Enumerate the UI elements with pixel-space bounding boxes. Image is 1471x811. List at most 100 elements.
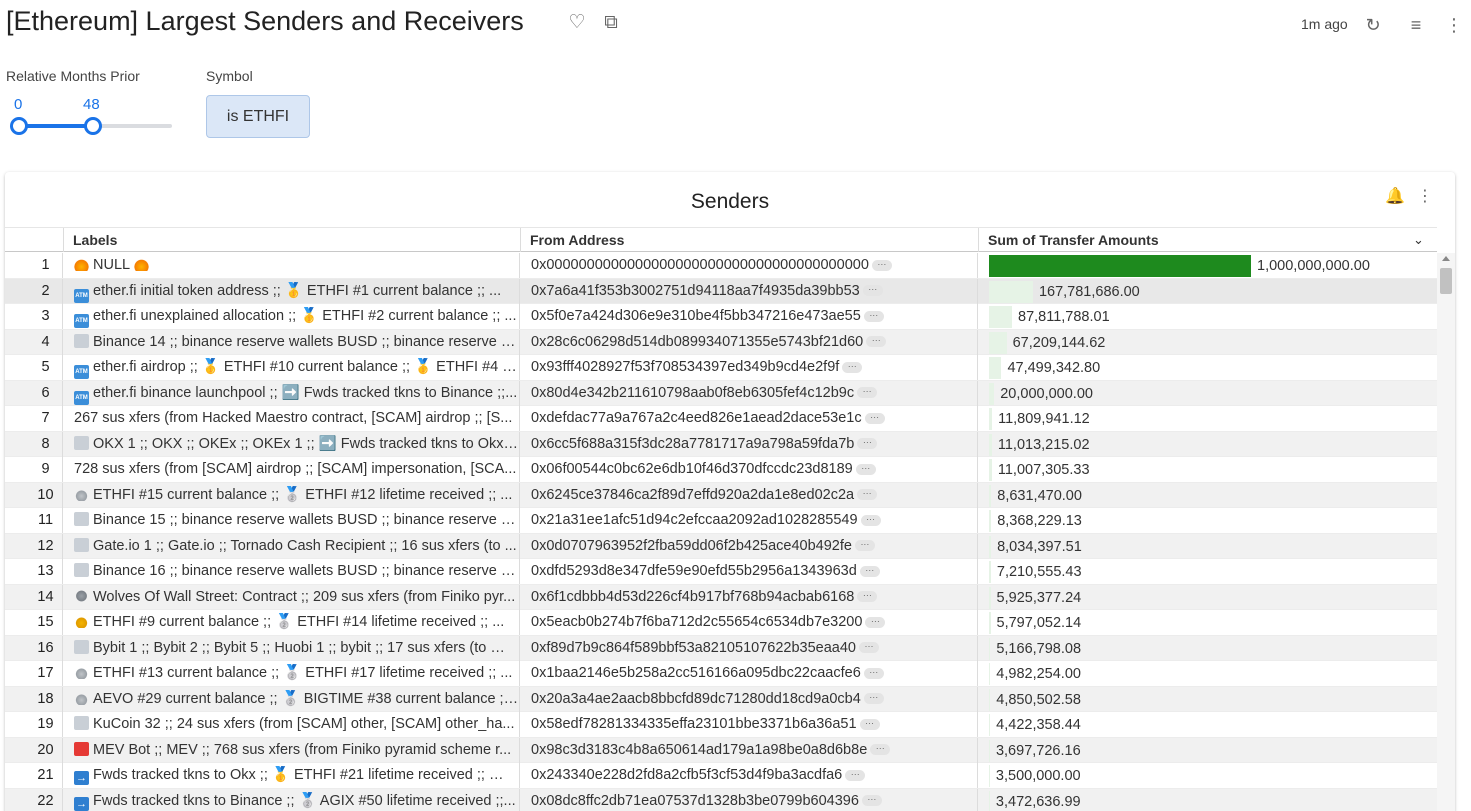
- months-slider-max-handle[interactable]: [84, 117, 102, 135]
- months-slider-min-handle[interactable]: [10, 117, 28, 135]
- from-address-cell[interactable]: 0x6cc5f688a315f3dc28a7781717a9a798a59fda…: [520, 431, 978, 457]
- more-options-icon[interactable]: ···: [859, 718, 880, 730]
- from-address-cell[interactable]: 0x5f0e7a424d306e9e310be4f5bb347216e473ae…: [520, 304, 978, 329]
- from-address-cell[interactable]: 0xdefdac77a9a767a2c4eed826e1aead2dace53e…: [520, 406, 978, 431]
- alert-bell-icon[interactable]: 🔔: [1385, 186, 1405, 208]
- from-address-cell[interactable]: 0x98c3d3183c4b8a650614ad179a1a98be0a8d6b…: [520, 737, 978, 763]
- from-address-column-header[interactable]: From Address: [520, 228, 978, 252]
- add-to-collection-icon[interactable]: ⧉: [600, 12, 622, 34]
- label-cell[interactable]: Wolves Of Wall Street: Contract ;; 209 s…: [63, 584, 520, 610]
- table-row[interactable]: 10 ETHFI #15 current balance ;; 🥈 ETHFI #…: [5, 482, 1437, 508]
- from-address-cell[interactable]: 0xf89d7b9c864f589bbf53a82105107622b35eaa…: [520, 635, 978, 661]
- more-options-icon[interactable]: ···: [863, 667, 884, 679]
- refresh-icon[interactable]: ↻: [1362, 14, 1384, 36]
- label-cell[interactable]: ATM ether.fi binance launchpool ;; ➡️ Fwd…: [63, 380, 520, 406]
- label-cell[interactable]: ATM ether.fi unexplained allocation ;; 🥇 …: [63, 304, 520, 329]
- from-address-cell[interactable]: 0x58edf78281334335effa23101bbe3371b6a36a…: [520, 712, 978, 737]
- more-options-icon[interactable]: ···: [857, 438, 878, 450]
- label-cell[interactable]: → Fwds tracked tkns to Okx ;; 🥇 ETHFI #21…: [63, 763, 520, 788]
- from-address-cell[interactable]: 0x20a3a4ae2aacb8bbcfd89dc71280dd18cd9a0c…: [520, 686, 978, 712]
- label-cell[interactable]: OKX 1 ;; OKX ;; OKEx ;; OKEx 1 ;; ➡️ Fwd…: [63, 431, 520, 457]
- from-address-cell[interactable]: 0x6f1cdbbb4d53d226cf4b917bf768b94acbab61…: [520, 584, 978, 610]
- from-address-cell[interactable]: 0x21a31ee1afc51d94c2efccaa2092ad10282855…: [520, 508, 978, 533]
- more-options-icon[interactable]: ···: [864, 412, 885, 424]
- more-options-icon[interactable]: ···: [855, 463, 876, 475]
- table-row[interactable]: 15 ETHFI #9 current balance ;; 🥈 ETHFI #1…: [5, 610, 1437, 636]
- table-row[interactable]: 12 Gate.io 1 ;; Gate.io ;; Tornado Cash R…: [5, 533, 1437, 559]
- label-cell[interactable]: ETHFI #15 current balance ;; 🥈 ETHFI #12…: [63, 482, 520, 508]
- table-row[interactable]: 5 ATM ether.fi airdrop ;; 🥇 ETHFI #10 curr…: [5, 355, 1437, 381]
- more-options-icon[interactable]: ···: [857, 591, 878, 603]
- more-options-icon[interactable]: ···: [842, 361, 863, 373]
- from-address-cell[interactable]: 0x1baa2146e5b258a2cc516166a095dbc22caacf…: [520, 661, 978, 686]
- table-row[interactable]: 4 Binance 14 ;; binance reserve wallets B…: [5, 329, 1437, 355]
- from-address-cell[interactable]: 0x28c6c06298d514db089934071355e5743bf21d…: [520, 329, 978, 355]
- label-cell[interactable]: AEVO #29 current balance ;; 🥈 BIGTIME #3…: [63, 686, 520, 712]
- label-cell[interactable]: 267 sus xfers (from Hacked Maestro contr…: [63, 406, 520, 431]
- heart-icon[interactable]: ♡: [566, 12, 588, 34]
- label-cell[interactable]: KuCoin 32 ;; 24 sus xfers (from [SCAM] o…: [63, 712, 520, 737]
- label-cell[interactable]: Gate.io 1 ;; Gate.io ;; Tornado Cash Rec…: [63, 533, 520, 559]
- sum-column-header[interactable]: Sum of Transfer Amounts: [978, 228, 1437, 252]
- table-row[interactable]: 16 Bybit 1 ;; Bybit 2 ;; Bybit 5 ;; Huobi…: [5, 635, 1437, 661]
- table-row[interactable]: 1 NULL 0x000000000000000000000000000000000…: [5, 253, 1437, 279]
- more-options-icon[interactable]: ···: [854, 540, 875, 552]
- table-row[interactable]: 9 728 sus xfers (from [SCAM] airdrop ;; […: [5, 457, 1437, 483]
- table-row[interactable]: 17 ETHFI #13 current balance ;; 🥈 ETHFI #…: [5, 661, 1437, 687]
- table-row[interactable]: 3 ATM ether.fi unexplained allocation ;; 🥇…: [5, 304, 1437, 330]
- more-options-icon[interactable]: ···: [845, 769, 866, 781]
- table-row[interactable]: 6 ATM ether.fi binance launchpool ;; ➡️ Fw…: [5, 380, 1437, 406]
- more-options-icon[interactable]: ···: [870, 744, 891, 756]
- labels-column-header[interactable]: Labels: [63, 228, 520, 252]
- label-cell[interactable]: ATM ether.fi initial token address ;; 🥇 E…: [63, 278, 520, 304]
- from-address-cell[interactable]: 0x7a6a41f353b3002751d94118aa7f4935da39bb…: [520, 278, 978, 304]
- table-row[interactable]: 7 267 sus xfers (from Hacked Maestro cont…: [5, 406, 1437, 432]
- table-row[interactable]: 13 Binance 16 ;; binance reserve wallets …: [5, 559, 1437, 585]
- label-cell[interactable]: Binance 14 ;; binance reserve wallets BU…: [63, 329, 520, 355]
- more-options-icon[interactable]: ···: [861, 795, 882, 807]
- scroll-up-icon[interactable]: [1442, 256, 1450, 261]
- more-options-icon[interactable]: ···: [857, 489, 878, 501]
- label-cell[interactable]: NULL: [63, 253, 520, 278]
- filter-icon[interactable]: ≡: [1405, 14, 1427, 36]
- label-cell[interactable]: MEV Bot ;; MEV ;; 768 sus xfers (from Fi…: [63, 737, 520, 763]
- table-row[interactable]: 18 AEVO #29 current balance ;; 🥈 BIGTIME …: [5, 686, 1437, 712]
- from-address-cell[interactable]: 0x08dc8ffc2db71ea07537d1328b3be0799b6043…: [520, 788, 978, 811]
- from-address-cell[interactable]: 0xdfd5293d8e347dfe59e90efd55b2956a134396…: [520, 559, 978, 584]
- vertical-scrollbar[interactable]: [1437, 253, 1455, 811]
- label-cell[interactable]: Binance 16 ;; binance reserve wallets BU…: [63, 559, 520, 584]
- label-cell[interactable]: ATM ether.fi airdrop ;; 🥇 ETHFI #10 curre…: [63, 355, 520, 380]
- more-options-icon[interactable]: ···: [865, 616, 886, 628]
- table-row[interactable]: 19 KuCoin 32 ;; 24 sus xfers (from [SCAM]…: [5, 712, 1437, 738]
- more-options-icon[interactable]: ···: [863, 693, 884, 705]
- more-options-icon[interactable]: ···: [862, 285, 883, 297]
- from-address-cell[interactable]: 0x06f00544c0bc62e6db10f46d370dfccdc23d81…: [520, 457, 978, 482]
- label-cell[interactable]: ETHFI #9 current balance ;; 🥈 ETHFI #14 …: [63, 610, 520, 635]
- table-row[interactable]: 22 → Fwds tracked tkns to Binance ;; 🥈 AGI…: [5, 788, 1437, 811]
- more-vert-icon[interactable]: ⋮: [1443, 14, 1465, 36]
- more-options-icon[interactable]: ···: [857, 387, 878, 399]
- label-cell[interactable]: Binance 15 ;; binance reserve wallets BU…: [63, 508, 520, 533]
- from-address-cell[interactable]: 0x243340e228d2fd8a2cfb5f3cf53d4f9ba3acdf…: [520, 763, 978, 788]
- more-options-icon[interactable]: ···: [866, 336, 887, 348]
- more-options-icon[interactable]: ···: [860, 514, 881, 526]
- more-options-icon[interactable]: ···: [863, 310, 884, 322]
- from-address-cell[interactable]: 0x80d4e342b211610798aab0f8eb6305fef4c12b…: [520, 380, 978, 406]
- table-row[interactable]: 21 → Fwds tracked tkns to Okx ;; 🥇 ETHFI #…: [5, 763, 1437, 789]
- symbol-filter-chip[interactable]: is ETHFI: [206, 95, 310, 138]
- label-cell[interactable]: Bybit 1 ;; Bybit 2 ;; Bybit 5 ;; Huobi 1…: [63, 635, 520, 661]
- table-row[interactable]: 2 ATM ether.fi initial token address ;; 🥇 …: [5, 278, 1437, 304]
- table-row[interactable]: 11 Binance 15 ;; binance reserve wallets …: [5, 508, 1437, 534]
- label-cell[interactable]: ETHFI #13 current balance ;; 🥈 ETHFI #17…: [63, 661, 520, 686]
- table-row[interactable]: 20 MEV Bot ;; MEV ;; 768 sus xfers (from …: [5, 737, 1437, 763]
- more-options-icon[interactable]: ···: [871, 259, 892, 271]
- scroll-thumb[interactable]: [1440, 268, 1452, 294]
- from-address-cell[interactable]: 0x00000000000000000000000000000000000000…: [520, 253, 978, 278]
- from-address-cell[interactable]: 0x0d0707963952f2fba59dd06f2b425ace40b492…: [520, 533, 978, 559]
- label-cell[interactable]: 728 sus xfers (from [SCAM] airdrop ;; [S…: [63, 457, 520, 482]
- more-options-icon[interactable]: ···: [859, 565, 880, 577]
- table-row[interactable]: 14 Wolves Of Wall Street: Contract ;; 209…: [5, 584, 1437, 610]
- label-cell[interactable]: → Fwds tracked tkns to Binance ;; 🥈 AGIX …: [63, 788, 520, 811]
- more-options-icon[interactable]: ···: [858, 642, 879, 654]
- table-row[interactable]: 8 OKX 1 ;; OKX ;; OKEx ;; OKEx 1 ;; ➡️ Fw…: [5, 431, 1437, 457]
